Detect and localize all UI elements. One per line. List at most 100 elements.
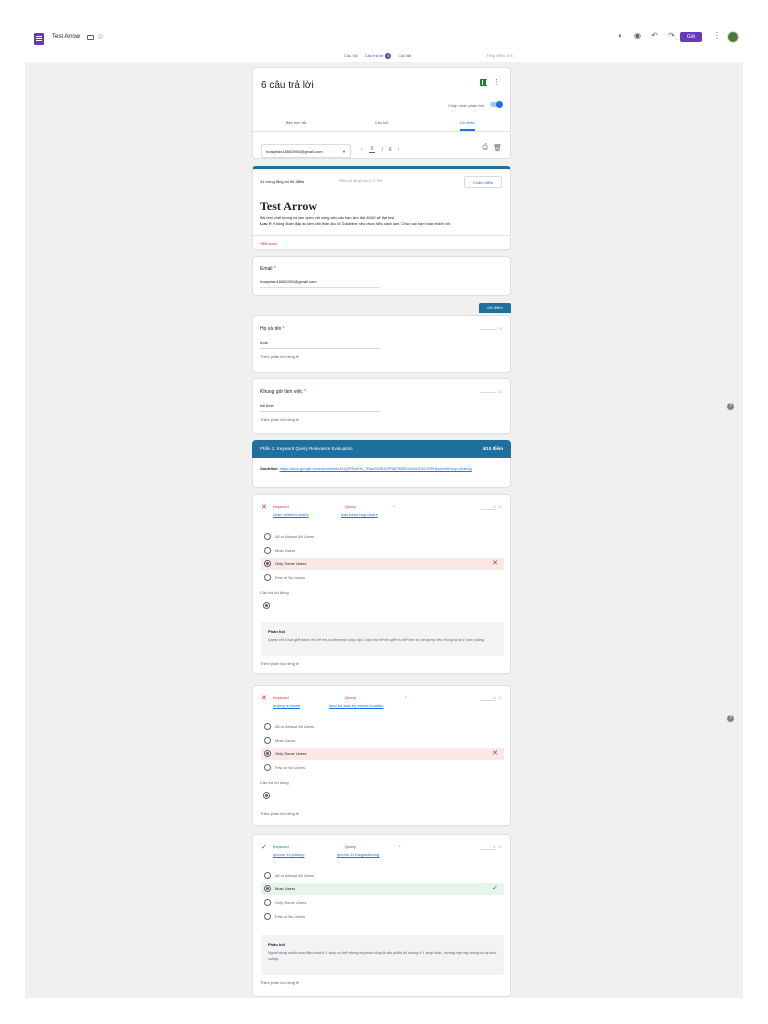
sheets-icon[interactable] [480, 79, 487, 86]
option-row: Few or No Users [261, 572, 504, 584]
add-feedback-link[interactable]: Thêm phản hồi riêng lẻ [260, 812, 299, 816]
respondent-email: hoaiphan18082000@gmail.com [266, 149, 323, 154]
section-points: 4/10 điểm [482, 446, 503, 451]
option-row: All or Almost All Users [261, 531, 504, 543]
star-icon[interactable]: ☆ [97, 32, 104, 41]
divider [253, 131, 510, 132]
chevron-left-icon[interactable]: ‹ [361, 147, 363, 153]
radio-selected-icon [263, 792, 270, 799]
forms-logo-icon[interactable] [34, 33, 44, 45]
score-input[interactable]: 0 / 1 [480, 695, 502, 701]
more-vert-icon[interactable]: ⋮ [493, 78, 500, 86]
score-box[interactable] [480, 329, 497, 330]
radio-selected-icon [264, 750, 271, 757]
query-link[interactable]: kids bean bag chairs [341, 512, 378, 517]
tab-individual[interactable]: Cá nhân [424, 120, 510, 131]
required-note: *Bắt buộc [260, 241, 278, 246]
accepting-responses-toggle[interactable] [490, 101, 503, 108]
explanation-box: Phản hồi Người dùng muốn mua điện thoại … [261, 935, 504, 975]
option-label: Few or No Users [275, 575, 306, 580]
score-input[interactable]: 0 / 1 [480, 504, 502, 510]
score-value[interactable]: 0 [480, 504, 497, 510]
folder-icon[interactable] [87, 35, 94, 40]
radio-icon [264, 764, 271, 771]
name-answer: hoai [260, 340, 380, 349]
required-mark: * [393, 504, 395, 509]
query-link[interactable]: land for sale by owner houston [329, 703, 383, 708]
help-icon[interactable]: ? [727, 403, 734, 410]
option-label: Most Users [275, 738, 296, 743]
tab-summary[interactable]: Bản tóm tắt [253, 120, 339, 129]
redo-icon[interactable]: ↷ [667, 31, 676, 40]
help-icon[interactable]: ? [727, 715, 734, 722]
wrong-mark-icon: ✕ [492, 560, 498, 567]
wrong-mark-icon: ✕ [492, 750, 498, 757]
section-title: Phần 1: Keyword Query Relevance Evaluati… [260, 446, 353, 451]
radio-icon [264, 872, 271, 879]
query-link[interactable]: iphone 11 thegioididong [337, 852, 379, 857]
required-mark: * [282, 326, 285, 332]
shift-answer: full time [260, 403, 380, 412]
tab-settings-label: Cài đặt [398, 53, 412, 58]
response-view-tabs: Bản tóm tắt Câu hỏi Cá nhân [253, 120, 510, 131]
add-feedback-link[interactable]: Thêm phản hồi riêng lẻ [260, 355, 299, 359]
score-box[interactable] [480, 392, 497, 393]
score-input[interactable]: 1 / 1 [480, 844, 502, 850]
add-feedback-link[interactable]: Thêm phản hồi riêng lẻ [260, 981, 299, 985]
respondent-select[interactable]: hoaiphan18082000@gmail.com ▼ [261, 144, 351, 158]
undo-icon[interactable]: ↶ [650, 31, 659, 40]
email-label: Email [260, 266, 273, 272]
guideline-link[interactable]: https://docs.google.com/document/d/1QZPR… [280, 467, 472, 471]
radio-icon [264, 899, 271, 906]
scored-question-card-3: ✓ Keyword Query * iphone 11 fptshop ipho… [252, 834, 511, 997]
score-value[interactable]: 1 [480, 844, 497, 850]
responses-count-badge: 6 [385, 53, 392, 59]
shift-label: Khung giờ làm việc [260, 389, 303, 395]
preview-eye-icon[interactable]: ◉ [633, 31, 642, 40]
option-row: Only Some Users [261, 897, 504, 909]
avatar[interactable] [727, 31, 739, 43]
option-row: Most Users [261, 735, 504, 747]
more-vert-icon[interactable]: ⋮ [713, 31, 721, 40]
form-title: Test Arrow [260, 199, 317, 213]
required-mark: * [304, 389, 307, 395]
tab-questions-label: Câu hỏi [344, 53, 358, 58]
name-label: Họ và tên [260, 326, 282, 332]
option-row: All or Almost All Users [261, 721, 504, 733]
keyword-link[interactable]: buying a house [273, 703, 300, 708]
question-label: Họ và tên * [260, 326, 285, 332]
add-feedback-link[interactable]: Thêm phản hồi riêng lẻ [260, 418, 299, 422]
score-input[interactable]: / 0 [480, 326, 502, 331]
chevron-right-icon[interactable]: › [398, 147, 400, 153]
trash-icon[interactable]: 🗑 [493, 144, 502, 152]
radio-icon [264, 547, 271, 554]
divider [253, 235, 510, 236]
add-feedback-link[interactable]: Thêm phản hồi riêng lẻ [260, 662, 299, 666]
wrong-mark-icon: ✕ [261, 695, 267, 702]
print-icon[interactable]: ⎙ [482, 144, 488, 152]
doc-title[interactable]: Test Arrow [52, 34, 80, 40]
section-header: Phần 1: Keyword Query Relevance Evaluati… [252, 440, 511, 458]
required-mark: * [399, 844, 401, 849]
score-value[interactable]: 0 [480, 695, 497, 701]
radio-icon [264, 533, 271, 540]
form-desc-line-2: Không đoán đáp án,làm cẩn thận đọc kĩ Gu… [273, 221, 450, 226]
required-mark: * [273, 266, 276, 272]
send-button[interactable]: Gửi [680, 32, 702, 42]
option-label: Few or No Users [275, 914, 306, 919]
option-row: Few or No Users [261, 762, 504, 774]
palette-icon[interactable]: ◐ [616, 31, 625, 40]
keyword-link[interactable]: chair children chairs [273, 512, 309, 517]
radio-icon [264, 737, 271, 744]
keyword-heading: Keyword [273, 844, 289, 849]
scored-question-card-2: ✕ Keyword Query * buying a house land fo… [252, 685, 511, 826]
query-heading: Query [345, 504, 356, 509]
correct-answer-label: Câu trả lời đúng [260, 590, 289, 595]
keyword-link[interactable]: iphone 11 fptshop [273, 852, 305, 857]
score-total: / 1 [497, 844, 502, 849]
rescore-button[interactable]: Chấm điểm [464, 176, 502, 188]
option-label: Most Users [275, 886, 296, 891]
score-input[interactable]: / 0 [480, 389, 502, 394]
page-current[interactable]: 6 [368, 146, 376, 153]
tab-question[interactable]: Câu hỏi [339, 120, 425, 129]
